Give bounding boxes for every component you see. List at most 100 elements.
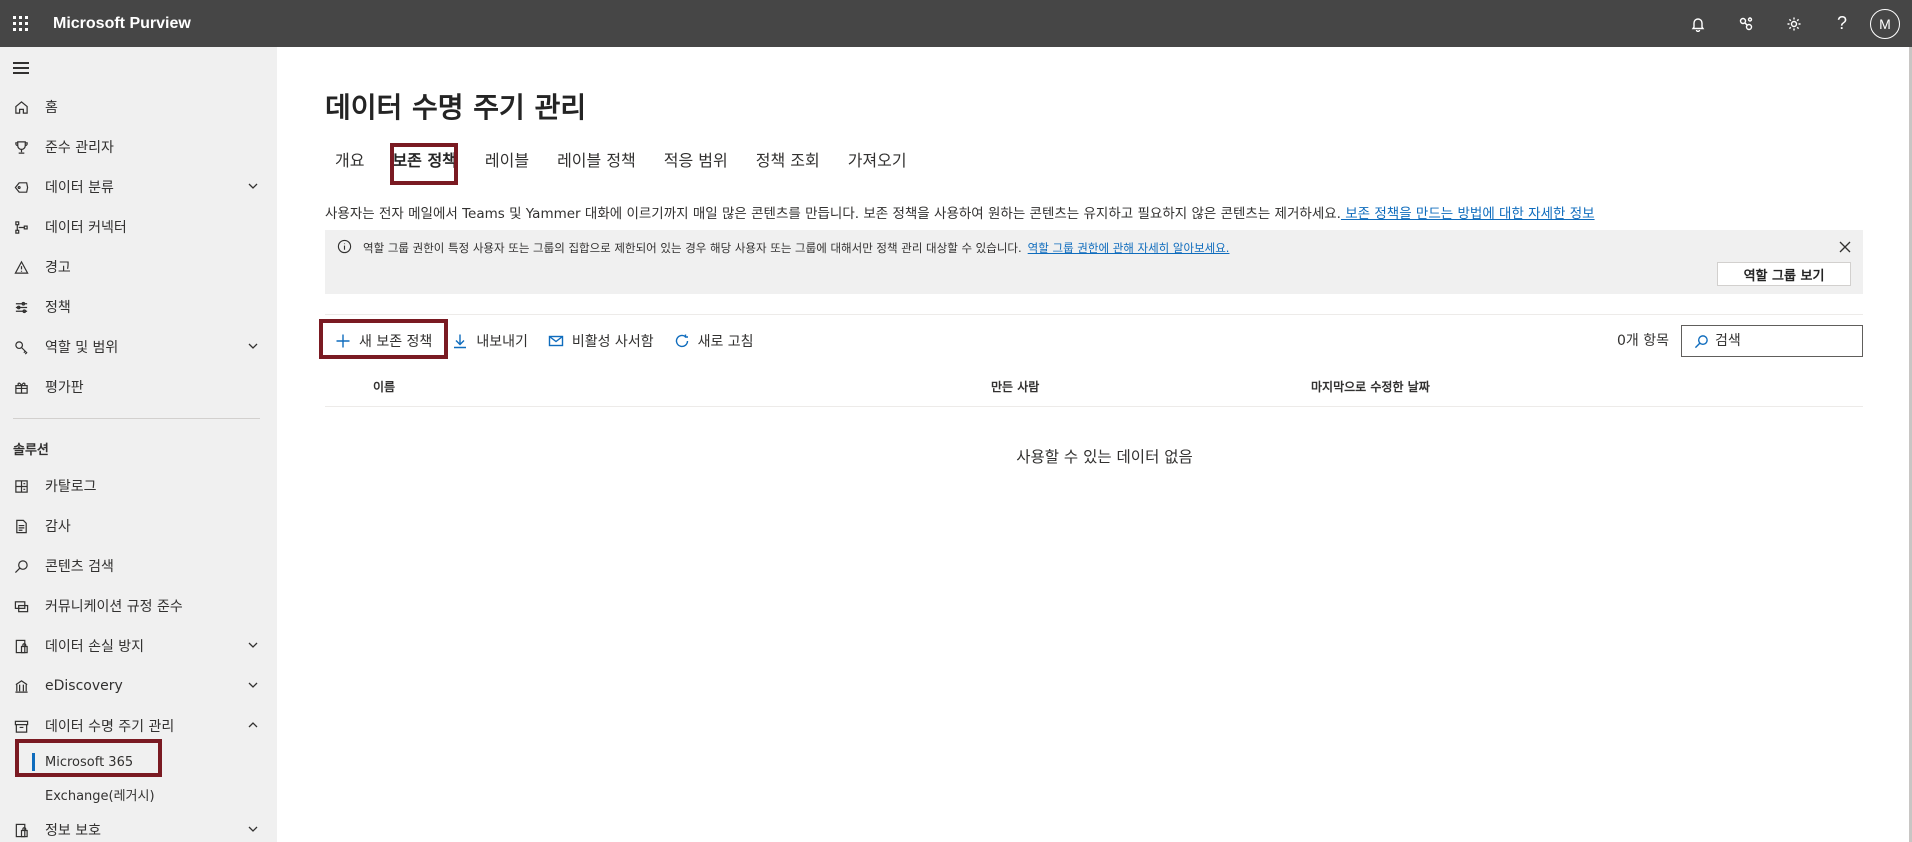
- search-box[interactable]: [1681, 325, 1863, 357]
- highlight-box-microsoft-365: [15, 739, 162, 777]
- description-text: 사용자는 전자 메일에서 Teams 및 Yammer 대화에 이르기까지 매일…: [325, 206, 1341, 222]
- sidebar-item-data-connectors[interactable]: 데이터 커넥터: [0, 207, 277, 247]
- sidebar-item-policies[interactable]: 정책: [0, 287, 277, 327]
- sidebar-item-information-protection[interactable]: 정보 보호: [0, 810, 277, 842]
- community-button[interactable]: [1722, 0, 1770, 47]
- sidebar-nav: 홈 준수 관리자 데이터 분류 데이터 커넥터 경고 정책 역할 및 범위 평가…: [0, 87, 277, 842]
- sidebar-divider: [13, 418, 260, 419]
- learn-more-link[interactable]: 보존 정책을 만드는 방법에 대한 자세한 정보: [1341, 206, 1594, 222]
- close-icon: [1839, 241, 1851, 253]
- sidebar-item-label: 감사: [45, 519, 71, 535]
- sidebar-item-label: 데이터 분류: [45, 180, 114, 196]
- sidebar: 홈 준수 관리자 데이터 분류 데이터 커넥터 경고 정책 역할 및 범위 평가…: [0, 47, 277, 842]
- export-button[interactable]: 내보내기: [442, 325, 538, 357]
- avatar[interactable]: M: [1870, 8, 1900, 39]
- top-bar: Microsoft Purview ? M: [0, 0, 1912, 47]
- export-label: 내보내기: [476, 334, 528, 350]
- sidebar-item-communication-compliance[interactable]: 커뮤니케이션 규정 준수: [0, 586, 277, 626]
- warning-icon: [13, 260, 29, 274]
- tab-label-policies[interactable]: 레이블 정책: [547, 147, 646, 175]
- catalog-icon: [14, 479, 28, 493]
- trial-icon: [14, 382, 28, 394]
- table-header: 이름 만든 사람 마지막으로 수정한 날짜: [325, 365, 1863, 407]
- info-icon: [337, 239, 352, 254]
- tab-adaptive-scopes[interactable]: 적응 범위: [654, 147, 738, 175]
- sidebar-item-ediscovery[interactable]: eDiscovery: [0, 666, 277, 706]
- communication-icon: [14, 600, 28, 612]
- sidebar-item-trials[interactable]: 평가판: [0, 367, 277, 407]
- info-message: 역할 그룹 권한이 특정 사용자 또는 그룹의 집합으로 제한되어 있는 경우 …: [363, 240, 1229, 256]
- chevron-down-icon: [248, 343, 258, 349]
- sidebar-item-label: 홈: [45, 100, 58, 116]
- toolbar-divider: [325, 314, 1863, 315]
- key-icon: [14, 340, 28, 354]
- column-header-last-modified[interactable]: 마지막으로 수정한 날짜: [1311, 378, 1430, 395]
- download-icon: [454, 334, 467, 349]
- tab-import[interactable]: 가져오기: [838, 147, 917, 175]
- sidebar-item-label: 콘텐츠 검색: [45, 559, 114, 575]
- page-title: 데이터 수명 주기 관리: [325, 91, 587, 124]
- policy-icon: [15, 301, 27, 313]
- sidebar-item-label: 데이터 커넥터: [45, 220, 127, 236]
- hamburger-menu-icon[interactable]: [13, 62, 29, 74]
- main-content: 데이터 수명 주기 관리 개요 보존 정책 레이블 레이블 정책 적응 범위 정…: [277, 47, 1912, 842]
- tab-policy-lookup[interactable]: 정책 조회: [746, 147, 830, 175]
- sidebar-item-roles-scopes[interactable]: 역할 및 범위: [0, 327, 277, 367]
- sidebar-item-data-classification[interactable]: 데이터 분류: [0, 167, 277, 207]
- inactive-mailbox-button[interactable]: 비활성 사서함: [538, 325, 664, 357]
- sidebar-item-label: 데이터 손실 방지: [45, 639, 145, 655]
- archive-icon: [14, 720, 28, 733]
- refresh-button[interactable]: 새로 고침: [664, 325, 764, 357]
- refresh-icon: [675, 334, 688, 348]
- connector-icon: [14, 220, 28, 234]
- sidebar-item-audit[interactable]: 감사: [0, 506, 277, 546]
- search-input[interactable]: [1715, 333, 1845, 349]
- app-launcher-button[interactable]: [0, 0, 40, 47]
- sidebar-item-label: 경고: [45, 260, 71, 276]
- top-actions: ? M: [1674, 0, 1912, 47]
- empty-state-message: 사용할 수 있는 데이터 없음: [1016, 448, 1193, 466]
- network-icon: [1739, 16, 1753, 30]
- sidebar-item-compliance-manager[interactable]: 준수 관리자: [0, 127, 277, 167]
- chevron-down-icon: [248, 826, 258, 832]
- settings-button[interactable]: [1770, 0, 1818, 47]
- sidebar-item-catalog[interactable]: 카탈로그: [0, 466, 277, 506]
- inactive-mailbox-label: 비활성 사서함: [571, 334, 654, 350]
- info-message-bar: 역할 그룹 권한이 특정 사용자 또는 그룹의 집합으로 제한되어 있는 경우 …: [325, 230, 1863, 294]
- view-role-groups-button[interactable]: 역할 그룹 보기: [1717, 262, 1851, 286]
- sidebar-item-label: 데이터 수명 주기 관리: [45, 719, 175, 735]
- sidebar-item-label: 역할 및 범위: [45, 340, 119, 356]
- trophy-icon: [14, 140, 28, 154]
- sidebar-section-title: 솔루션: [13, 442, 49, 458]
- info-message-text: 역할 그룹 권한이 특정 사용자 또는 그룹의 집합으로 제한되어 있는 경우 …: [363, 241, 1022, 255]
- chevron-down-icon: [248, 642, 258, 648]
- sidebar-item-label: eDiscovery: [45, 678, 123, 694]
- search-icon: [14, 559, 28, 573]
- sidebar-item-label: 커뮤니케이션 규정 준수: [45, 599, 183, 615]
- home-icon: [14, 100, 28, 114]
- sidebar-item-home[interactable]: 홈: [0, 87, 277, 127]
- tab-labels[interactable]: 레이블: [475, 147, 539, 175]
- ediscovery-icon: [14, 679, 28, 693]
- sidebar-subitem-exchange-legacy[interactable]: Exchange(레거시): [0, 778, 277, 810]
- gear-icon: [1787, 17, 1801, 30]
- highlight-box-new-policy: [319, 319, 448, 359]
- sidebar-item-data-loss-prevention[interactable]: 데이터 손실 방지: [0, 626, 277, 666]
- role-group-learn-more-link[interactable]: 역할 그룹 권한에 관해 자세히 알아보세요.: [1028, 241, 1230, 255]
- sidebar-item-label: 정보 보호: [45, 823, 101, 839]
- chevron-up-icon: [248, 722, 258, 728]
- tag-icon: [14, 181, 28, 193]
- notifications-button[interactable]: [1674, 0, 1722, 47]
- sidebar-item-alerts[interactable]: 경고: [0, 247, 277, 287]
- column-header-created-by[interactable]: 만든 사람: [991, 378, 1039, 395]
- chevron-down-icon: [248, 183, 258, 189]
- app-title[interactable]: Microsoft Purview: [53, 15, 191, 33]
- dismiss-button[interactable]: [1839, 238, 1853, 253]
- sidebar-item-label: 평가판: [45, 380, 84, 396]
- sidebar-item-content-search[interactable]: 콘텐츠 검색: [0, 546, 277, 586]
- column-header-name[interactable]: 이름: [373, 378, 395, 395]
- tab-overview[interactable]: 개요: [325, 147, 374, 175]
- item-count: 0개 항목: [1617, 333, 1669, 349]
- help-button[interactable]: ?: [1818, 0, 1866, 47]
- sidebar-item-label: 준수 관리자: [45, 140, 114, 156]
